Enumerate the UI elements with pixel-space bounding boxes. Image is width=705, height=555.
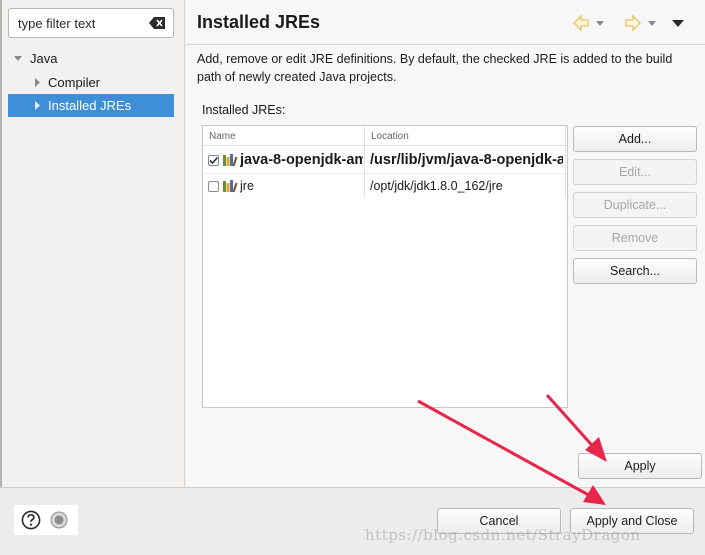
expand-arrow-icon[interactable] [32, 71, 44, 94]
back-icon[interactable] [571, 13, 591, 33]
preferences-dialog: type filter text Java Compiler Installed… [0, 0, 705, 555]
preferences-icon[interactable] [50, 511, 68, 529]
jre-name-cell: java-8-openjdk-amd64 (default) [240, 152, 363, 168]
apply-button[interactable]: Apply [578, 453, 702, 479]
installed-jres-table[interactable]: Name Location java-8-openjdk-amd64 (defa… [202, 125, 568, 408]
help-icon[interactable] [21, 510, 41, 530]
jre-location-cell: /usr/lib/jvm/java-8-openjdk-amd64 [370, 152, 563, 168]
tree-item-compiler[interactable]: Compiler [8, 71, 174, 94]
filter-input[interactable]: type filter text [8, 8, 174, 38]
page-title: Installed JREs [197, 12, 321, 32]
column-separator[interactable] [565, 126, 566, 198]
jre-location-cell: /opt/jdk/jdk1.8.0_162/jre [370, 179, 503, 193]
expand-arrow-icon[interactable] [32, 94, 44, 117]
jre-library-icon [223, 180, 238, 193]
view-menu-icon[interactable] [671, 13, 685, 33]
page-description: Add, remove or edit JRE definitions. By … [197, 52, 673, 84]
tree-item-java[interactable]: Java [8, 47, 174, 70]
back-dropdown-icon[interactable] [595, 13, 605, 33]
table-label: Installed JREs: [202, 103, 286, 117]
column-header-name[interactable]: Name [209, 131, 236, 142]
tree-item-label: Compiler [48, 75, 101, 90]
row-checkbox[interactable] [208, 155, 219, 166]
table-row[interactable]: java-8-openjdk-amd64 (default) /usr/lib/… [203, 149, 565, 173]
clear-filter-icon[interactable] [149, 17, 165, 29]
title-separator [186, 44, 705, 45]
column-header-location[interactable]: Location [371, 131, 409, 142]
search-button[interactable]: Search... [573, 258, 697, 284]
row-separator [203, 173, 565, 174]
dialog-button-bar: Cancel Apply and Close [0, 488, 705, 555]
jre-library-icon [223, 154, 238, 167]
tree-item-installed-jres[interactable]: Installed JREs [8, 94, 174, 117]
tree-item-label: Installed JREs [48, 98, 132, 113]
edit-button[interactable]: Edit... [573, 159, 697, 185]
watermark-text: https://blog.csdn.net/StrayDragon [365, 526, 641, 544]
jre-name-cell: jre [240, 179, 254, 193]
table-row[interactable]: jre /opt/jdk/jdk1.8.0_162/jre [203, 175, 565, 199]
preference-page: Installed JREs Add, remove or edit JRE d… [186, 0, 705, 487]
add-button[interactable]: Add... [573, 126, 697, 152]
row-checkbox[interactable] [208, 181, 219, 192]
duplicate-button[interactable]: Duplicate... [573, 192, 697, 218]
checkmark-icon [209, 156, 219, 165]
tree-item-label: Java [30, 51, 58, 66]
remove-button[interactable]: Remove [573, 225, 697, 251]
collapse-arrow-icon[interactable] [12, 47, 24, 70]
table-header: Name Location [203, 126, 567, 146]
window-edge [0, 0, 2, 487]
forward-icon[interactable] [623, 13, 643, 33]
filter-placeholder: type filter text [18, 16, 96, 31]
preferences-sidebar: type filter text Java Compiler Installed… [0, 0, 185, 487]
forward-dropdown-icon[interactable] [647, 13, 657, 33]
page-nav-toolbar [571, 10, 696, 36]
help-area [14, 505, 78, 535]
